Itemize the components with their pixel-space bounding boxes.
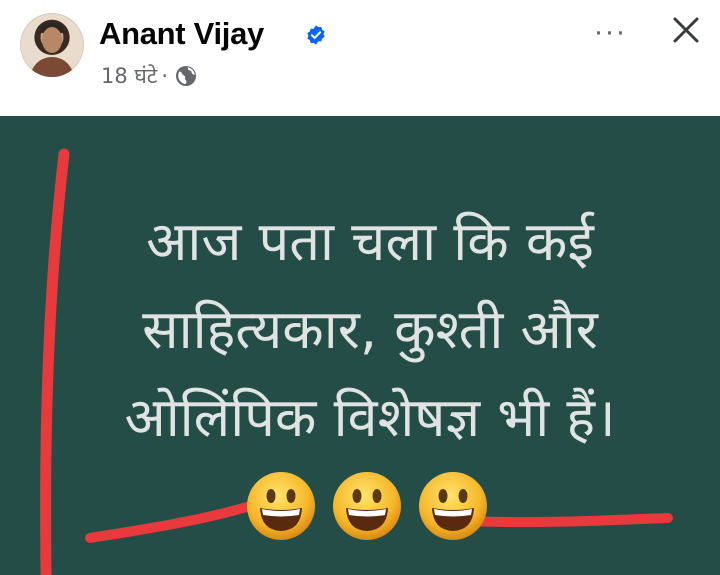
board-line-1: आज पता चला कि कई [146,210,594,273]
grinning-face-emoji [247,472,315,540]
close-button[interactable] [664,8,708,52]
globe-icon[interactable] [174,64,198,88]
emoji-row [245,470,489,542]
bottom-right-marker-stroke [461,513,673,528]
board-line-2: साहित्यकार, कुश्ती और [142,298,598,361]
post-timestamp[interactable]: 18 घंटे [101,62,157,90]
close-icon [673,17,699,43]
grinning-face-emoji [333,472,401,540]
post-meta: 18 घंटे · [101,62,198,90]
post-header: Anant Vijay 18 घंटे · ··· [0,0,720,116]
meta-separator: · [161,64,169,88]
verified-badge-icon [307,25,325,45]
post-image[interactable]: आज पता चला कि कई साहित्यकार, कुश्ती और ओ… [0,116,720,575]
board-line-3: ओलिंपिक विशेषज्ञ भी हैं। [124,386,616,449]
avatar-shirt [30,57,74,77]
author-avatar[interactable] [20,13,84,77]
board-text: आज पता चला कि कई साहित्यकार, कुश्ती और ओ… [60,198,680,462]
grinning-face-emoji [419,472,487,540]
avatar-face [42,27,62,53]
author-name[interactable]: Anant Vijay [99,16,264,52]
more-options-button[interactable]: ··· [588,14,632,50]
bottom-left-marker-stroke [85,501,255,543]
